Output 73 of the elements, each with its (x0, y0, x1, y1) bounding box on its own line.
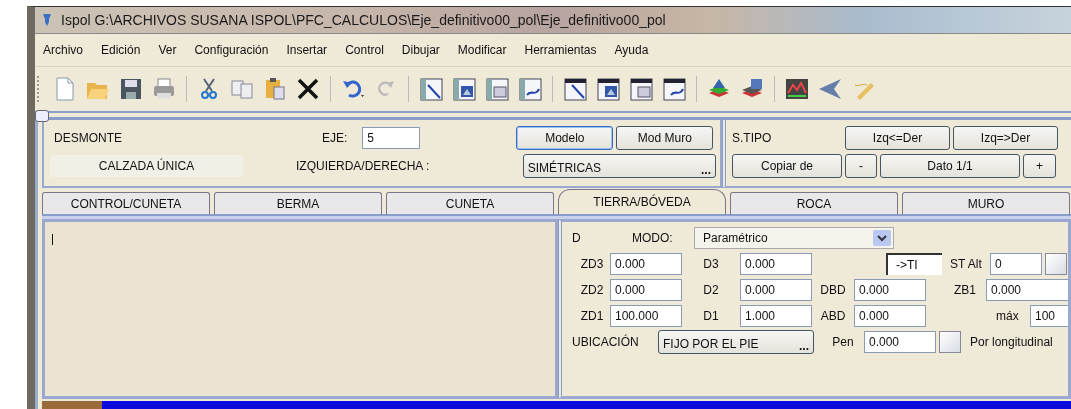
menu-item[interactable]: Control (342, 41, 387, 59)
tab[interactable]: BERMA (214, 192, 382, 214)
side-dropdown[interactable]: SIMÉTRICAS ... (522, 154, 716, 178)
param-field[interactable]: 0.000 (854, 278, 926, 301)
param-label: ZD3 (579, 256, 605, 271)
location-label: UBICACIÓN (572, 334, 640, 349)
to-ti-field[interactable]: ->TI (886, 252, 942, 275)
param-label: D1 (702, 308, 720, 323)
param-field[interactable]: 0.000 (740, 278, 812, 301)
type-label: S.TIPO (732, 131, 773, 145)
zb1-field[interactable]: 0.000 (986, 278, 1068, 301)
menu-item[interactable]: Modificar (454, 41, 510, 59)
param-label: DBD (819, 282, 847, 297)
tab[interactable]: CONTROL/CUNETA (42, 192, 210, 214)
side-label: D (572, 230, 582, 245)
menu-item[interactable]: Insertar (283, 41, 331, 59)
param-label: ABD (819, 308, 847, 323)
model-button[interactable]: Mod Muro (616, 126, 714, 150)
menu-item[interactable]: Dibujar (398, 41, 443, 59)
splitter-handle[interactable] (35, 110, 49, 122)
previous-button[interactable]: - (845, 154, 877, 178)
tab[interactable]: CUNETA (386, 192, 554, 214)
type-label: DESMONTE (54, 131, 123, 145)
param-label: ZD2 (579, 282, 605, 297)
side-label: IZQUIERDA/DERECHA : (295, 159, 431, 173)
carriageway-label: CALZADA ÚNICA (50, 155, 243, 177)
param-label: ZD1 (579, 308, 605, 323)
menu-item[interactable]: Ver (155, 41, 180, 59)
menu-item[interactable]: Herramientas (521, 41, 600, 59)
param-field[interactable]: 0.000 (740, 252, 812, 275)
checkbox[interactable] (1045, 252, 1067, 275)
pic-icon[interactable] (450, 75, 478, 103)
zb1-label: ZB1 (954, 282, 977, 297)
next-button[interactable]: + (1023, 154, 1056, 178)
tab[interactable]: TIERRA/BÓVEDA (558, 189, 726, 214)
pin-icon (41, 13, 53, 27)
text-cursor (52, 234, 53, 245)
menu-item[interactable]: Configuración (191, 41, 272, 59)
tab[interactable]: ROCA (730, 192, 898, 214)
max-field[interactable]: 100 (1030, 304, 1068, 327)
model-button[interactable]: Modelo (516, 126, 614, 150)
st-alt-label: ST Alt (950, 256, 983, 271)
st-alt-field[interactable]: 0 (990, 252, 1042, 275)
pic-icon[interactable] (594, 75, 622, 103)
axis-label: EJE: (322, 131, 348, 145)
checkbox[interactable] (939, 330, 961, 353)
param-field[interactable]: 0.000 (610, 252, 682, 275)
swap-button[interactable]: Izq<=Der (845, 126, 950, 150)
record-button[interactable]: Dato 1/1 (880, 154, 1020, 178)
param-field[interactable]: 0.000 (610, 278, 682, 301)
mode-select[interactable]: Paramétrico (694, 226, 894, 249)
mode-label: MODO: (632, 230, 674, 245)
param-field[interactable]: 100.000 (610, 304, 682, 327)
longitudinal-label: Por longitudinal (970, 334, 1053, 349)
curve-icon[interactable] (516, 75, 544, 103)
max-label: máx (996, 308, 1020, 323)
pen-label: Pen (831, 334, 855, 349)
location-dropdown[interactable]: FIJO POR EL PIE ... (658, 329, 814, 354)
chevron-icon (873, 229, 891, 246)
param-field[interactable]: 0.000 (854, 304, 926, 327)
pen-field[interactable]: 0.000 (864, 330, 936, 353)
menu-item[interactable]: Archivo (40, 41, 86, 59)
menu-item[interactable]: Edición (98, 41, 144, 59)
param-field[interactable]: 1.000 (740, 304, 812, 327)
param-label: D3 (702, 256, 720, 271)
window-title: Ispol G:\ARCHIVOS SUSANA ISPOL\PFC_CALCULOS\Eje_definitivo00_pol\Eje_definitivo00_pol (61, 12, 666, 28)
axis-field[interactable]: 5 (362, 127, 421, 149)
curve-icon[interactable] (660, 75, 688, 103)
param-label: D2 (702, 282, 720, 297)
swap-button[interactable]: Izq=>Der (953, 126, 1058, 150)
menu-item[interactable]: Ayuda (611, 41, 652, 59)
tab[interactable]: MURO (902, 192, 1070, 214)
copy-button[interactable]: Copiar de (732, 154, 842, 178)
